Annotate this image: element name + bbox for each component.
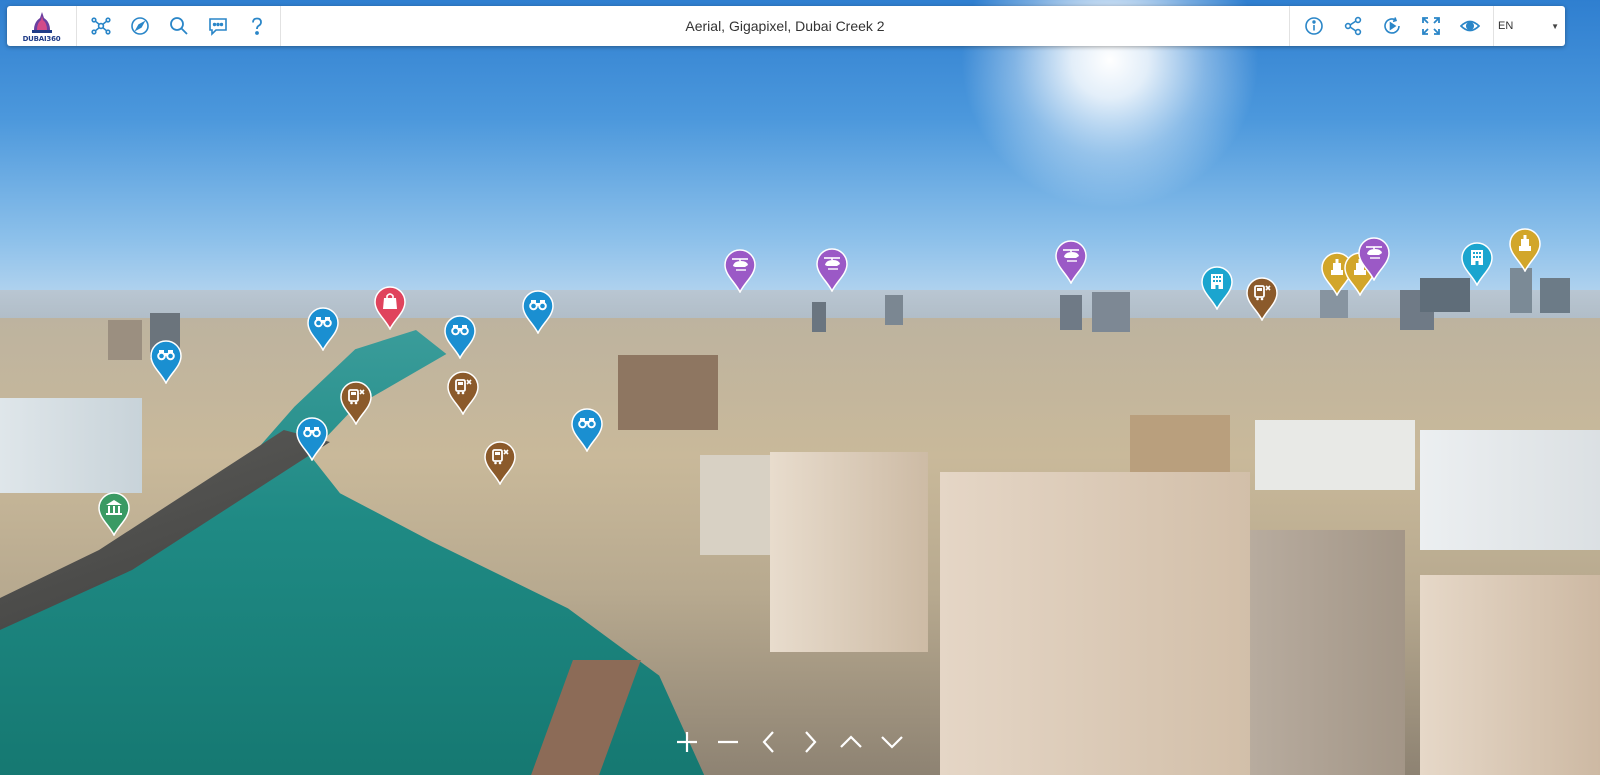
skyscraper (885, 295, 903, 325)
hotspot-pin-transport[interactable] (339, 381, 373, 425)
language-value: EN (1498, 20, 1514, 32)
skyscraper (1510, 268, 1532, 313)
chevron-right-icon (804, 731, 816, 753)
minus-icon (717, 740, 738, 744)
binoculars-icon (150, 340, 182, 384)
building (770, 452, 928, 652)
chevron-down-icon: ▼ (1551, 21, 1559, 31)
network-button[interactable] (81, 6, 120, 46)
network-icon (90, 17, 111, 35)
building (1130, 415, 1230, 475)
helicopter-icon (1358, 237, 1390, 281)
binoculars-icon (571, 408, 603, 452)
page-title: Aerial, Gigapixel, Dubai Creek 2 (685, 18, 885, 34)
dubai360-logo: DUBAI360 (22, 9, 62, 43)
question-icon (251, 17, 262, 35)
compass-button[interactable] (120, 6, 159, 46)
hotspot-pin-hotel[interactable] (1460, 242, 1494, 286)
hotspot-pin-helicopter[interactable] (815, 248, 849, 292)
help-button[interactable] (237, 6, 276, 46)
rotate-play-icon (1383, 17, 1400, 34)
hotspot-pin-viewpoint[interactable] (295, 417, 329, 461)
search-button[interactable] (159, 6, 198, 46)
view-hotspots-button[interactable] (1450, 6, 1489, 46)
hotspot-pin-viewpoint[interactable] (443, 315, 477, 359)
hotspot-pin-viewpoint[interactable] (149, 340, 183, 384)
abra-boat-icon (1246, 277, 1278, 321)
eye-icon (1459, 20, 1480, 32)
plus-icon (676, 732, 697, 752)
hotspot-pin-shopping[interactable] (373, 286, 407, 330)
autoplay-button[interactable] (1372, 6, 1411, 46)
hotspot-pin-transport[interactable] (483, 441, 517, 485)
pan-up-button[interactable] (830, 724, 871, 760)
hotspot-pin-viewpoint[interactable] (306, 307, 340, 351)
building (1240, 530, 1405, 775)
top-toolbar: DUBAI360 Aerial, Gigapixel, Dubai Creek … (7, 6, 1565, 46)
binoculars-icon (522, 290, 554, 334)
fullscreen-button[interactable] (1411, 6, 1450, 46)
left-tool-group (77, 6, 281, 46)
chevron-down-icon (880, 736, 903, 749)
hotspot-pin-landmark[interactable] (1508, 228, 1542, 272)
binoculars-icon (307, 307, 339, 351)
tower-icon (1509, 228, 1541, 272)
skyscraper (1092, 292, 1130, 332)
pan-down-button[interactable] (871, 724, 912, 760)
right-tool-group (1289, 6, 1493, 46)
skyscraper (108, 320, 142, 360)
pan-right-button[interactable] (789, 724, 830, 760)
shopping-bag-icon (374, 286, 406, 330)
building (1420, 575, 1600, 775)
view-navigation (666, 724, 912, 760)
chevron-up-icon (839, 735, 862, 748)
comments-button[interactable] (198, 6, 237, 46)
building (700, 455, 770, 555)
hotspot-pin-viewpoint[interactable] (570, 408, 604, 452)
hotspot-pin-museum[interactable] (97, 492, 131, 536)
hotspot-pin-hotel[interactable] (1200, 266, 1234, 310)
pan-left-button[interactable] (748, 724, 789, 760)
abra-boat-icon (447, 371, 479, 415)
building (618, 355, 718, 430)
helicopter-icon (724, 249, 756, 293)
hotspot-pin-helicopter[interactable] (1357, 237, 1391, 281)
info-button[interactable] (1294, 6, 1333, 46)
hotspot-pin-transport[interactable] (1245, 277, 1279, 321)
building (1255, 420, 1415, 490)
hotspot-pin-transport[interactable] (446, 371, 480, 415)
hotel-icon (1461, 242, 1493, 286)
fullscreen-icon (1421, 17, 1440, 35)
search-icon (169, 17, 188, 35)
helicopter-icon (816, 248, 848, 292)
skyscraper (812, 302, 826, 332)
abra-boat-icon (484, 441, 516, 485)
comment-icon (208, 18, 227, 36)
share-button[interactable] (1333, 6, 1372, 46)
logo-link[interactable]: DUBAI360 (7, 6, 77, 46)
binoculars-icon (296, 417, 328, 461)
chevron-left-icon (762, 731, 774, 753)
helicopter-icon (1055, 240, 1087, 284)
info-icon (1304, 17, 1323, 35)
hotspot-pin-helicopter[interactable] (1054, 240, 1088, 284)
share-icon (1344, 16, 1361, 36)
panorama-viewer[interactable] (0, 0, 1600, 775)
hotel-icon (1201, 266, 1233, 310)
zoom-out-button[interactable] (707, 724, 748, 760)
binoculars-icon (444, 315, 476, 359)
hotspot-pin-viewpoint[interactable] (521, 290, 555, 334)
hotspot-pin-helicopter[interactable] (723, 249, 757, 293)
museum-icon (98, 492, 130, 536)
logo-text: DUBAI360 (22, 35, 61, 43)
skyscraper (1060, 295, 1082, 330)
skyscraper (1540, 278, 1570, 313)
abra-boat-icon (340, 381, 372, 425)
building (1420, 430, 1600, 550)
building (940, 472, 1250, 775)
compass-icon (130, 17, 149, 35)
zoom-in-button[interactable] (666, 724, 707, 760)
language-select[interactable]: EN ▼ (1493, 6, 1565, 46)
building (0, 398, 142, 493)
